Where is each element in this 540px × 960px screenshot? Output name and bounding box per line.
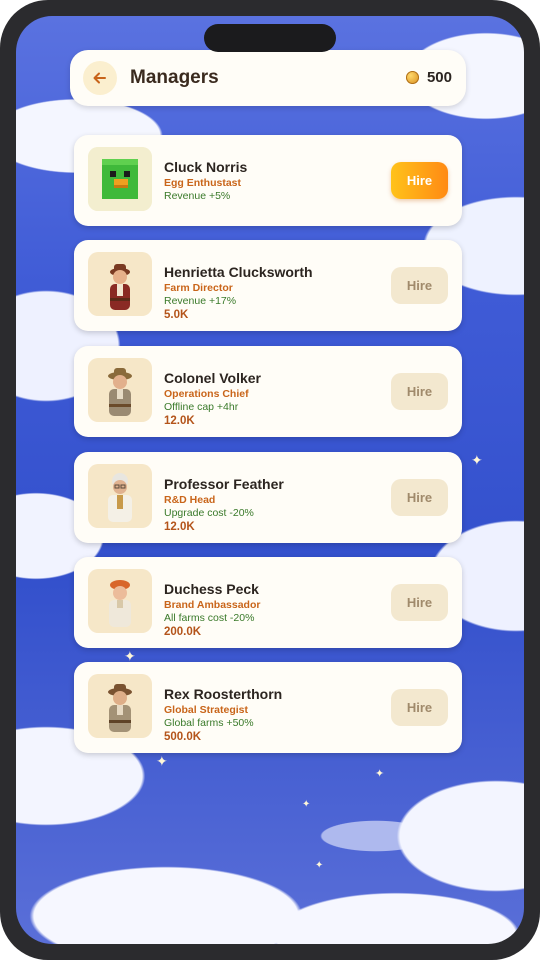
operations-chief-avatar-icon — [108, 368, 132, 416]
manager-name: Colonel Volker — [164, 370, 261, 386]
coin-icon — [405, 71, 419, 84]
back-button[interactable] — [83, 61, 117, 95]
manager-portrait — [88, 358, 152, 422]
farm-director-avatar-icon — [110, 264, 130, 310]
manager-name: Duchess Peck — [164, 581, 259, 597]
manager-role: Operations Chief — [164, 388, 249, 400]
page-title: Managers — [130, 67, 219, 88]
manager-card-henrietta-clucksworth: Henrietta Clucksworth Farm Director Reve… — [74, 240, 462, 331]
manager-portrait — [88, 674, 152, 738]
arrow-left-icon — [93, 72, 106, 84]
coin-balance: 500 — [405, 69, 452, 86]
sparkle-icon: ✦ — [124, 648, 136, 664]
manager-effect: Global farms +50% — [164, 717, 254, 729]
manager-name: Henrietta Clucksworth — [164, 264, 313, 280]
global-strategist-avatar-icon — [108, 684, 132, 732]
hire-button[interactable]: Hire — [391, 689, 448, 726]
brand-ambassador-avatar-icon — [109, 580, 131, 627]
manager-effect: Revenue +5% — [164, 190, 231, 202]
sparkle-icon: ✦ — [156, 753, 168, 769]
manager-effect: Offline cap +4hr — [164, 401, 239, 413]
manager-role: Global Strategist — [164, 704, 249, 716]
manager-card-duchess-peck: Duchess Peck Brand Ambassador All farms … — [74, 557, 462, 648]
top-bar: Managers 500 — [70, 50, 466, 106]
manager-card-rex-roosterthorn: Rex Roosterthorn Global Strategist Globa… — [74, 662, 462, 753]
hire-button[interactable]: Hire — [391, 373, 448, 410]
professor-avatar-icon — [108, 473, 132, 522]
manager-name: Professor Feather — [164, 476, 284, 492]
manager-cost: 500.0K — [164, 731, 202, 743]
manager-role: Farm Director — [164, 282, 233, 294]
hire-button[interactable]: Hire — [391, 479, 448, 516]
sparkle-icon: ✦ — [375, 768, 385, 780]
manager-effect: Upgrade cost -20% — [164, 507, 254, 519]
manager-name: Cluck Norris — [164, 159, 248, 175]
manager-effect: All farms cost -20% — [164, 612, 255, 624]
manager-effect: Revenue +17% — [164, 295, 237, 307]
hire-button[interactable]: Hire — [391, 162, 448, 199]
manager-card-cluck-norris: Cluck Norris Egg Enthustast Revenue +5% … — [74, 135, 462, 226]
hire-button[interactable]: Hire — [391, 267, 448, 304]
manager-portrait — [88, 464, 152, 528]
hire-button[interactable]: Hire — [391, 584, 448, 621]
manager-role: Brand Ambassador — [164, 599, 261, 611]
manager-role: Egg Enthustast — [164, 177, 242, 189]
manager-cost: 12.0K — [164, 521, 195, 533]
sparkle-icon: ✦ — [315, 860, 324, 871]
manager-portrait — [88, 252, 152, 316]
pixel-duck-avatar-icon — [88, 147, 152, 211]
manager-card-professor-feather: Professor Feather R&D Head Upgrade cost … — [74, 452, 462, 543]
phone-frame: ✦ ✦ ✦ ✦ ✦ ✦ ✦ Managers 500 — [0, 0, 540, 960]
manager-cost: 5.0K — [164, 309, 189, 321]
manager-cost: 12.0K — [164, 415, 195, 427]
manager-portrait — [88, 569, 152, 633]
sparkle-icon: ✦ — [471, 452, 483, 468]
manager-role: R&D Head — [164, 494, 216, 506]
manager-name: Rex Roosterthorn — [164, 686, 283, 702]
manager-card-colonel-volker: Colonel Volker Operations Chief Offline … — [74, 346, 462, 437]
manager-portrait — [88, 147, 152, 211]
camera-notch — [204, 24, 336, 52]
sparkle-icon: ✦ — [302, 799, 311, 810]
coin-count: 500 — [426, 69, 452, 86]
manager-cost: 200.0K — [164, 626, 202, 638]
